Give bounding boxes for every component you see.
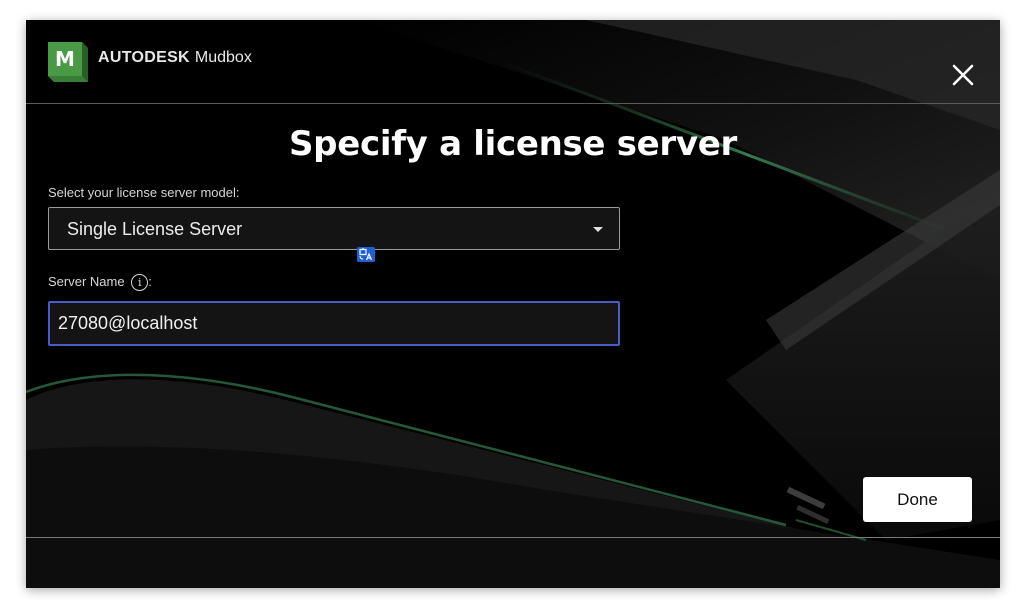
server-name-label-text: Server Name xyxy=(48,274,125,289)
license-model-value: Single License Server xyxy=(67,219,243,239)
close-button[interactable] xyxy=(946,58,980,92)
server-name-label-suffix: : xyxy=(148,274,152,289)
license-model-label: Select your license server model: xyxy=(48,185,240,200)
brand-company: AUTODESK xyxy=(98,49,190,66)
header-divider xyxy=(26,103,1000,104)
license-model-select[interactable]: Single License Server xyxy=(48,207,620,250)
caret-down-icon xyxy=(593,227,603,232)
info-icon[interactable]: i xyxy=(131,274,149,292)
logo-letter: M xyxy=(55,47,75,71)
translate-glyph-icon xyxy=(359,248,373,261)
brand-name: AUTODESK Mudbox xyxy=(98,49,252,67)
brand-product: Mudbox xyxy=(194,49,252,66)
footer-divider xyxy=(26,537,1000,538)
license-dialog: M AUTODESK Mudbox Specify a license serve… xyxy=(26,20,1000,588)
translate-icon[interactable] xyxy=(357,247,375,262)
server-name-label: Server Name i: xyxy=(48,274,152,292)
dialog-header: M AUTODESK Mudbox xyxy=(26,20,1000,104)
mudbox-logo: M xyxy=(48,42,88,82)
page-title: Specify a license server xyxy=(289,124,737,164)
done-button[interactable]: Done xyxy=(863,477,972,522)
close-icon xyxy=(952,64,974,86)
server-name-input[interactable] xyxy=(48,301,620,346)
